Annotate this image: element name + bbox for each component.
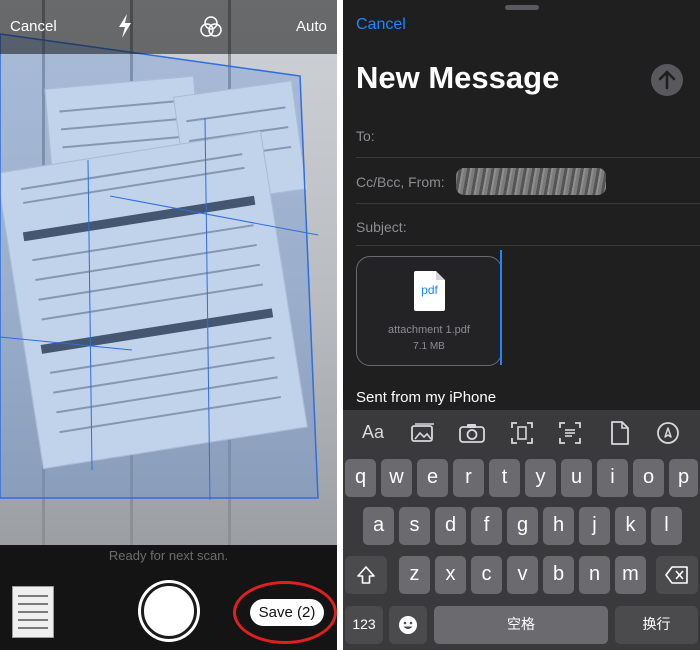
key-u[interactable]: u (561, 459, 592, 497)
return-key[interactable]: 换行 (615, 606, 698, 644)
key-o[interactable]: o (633, 459, 664, 497)
key-y[interactable]: y (525, 459, 556, 497)
screenshot-root: Cancel Auto Ready for next scan. Save (2… (0, 0, 700, 650)
key-s[interactable]: s (399, 507, 430, 545)
divider (356, 203, 700, 204)
photo-library-icon[interactable] (411, 423, 435, 448)
send-button[interactable] (651, 64, 683, 96)
scan-status-text: Ready for next scan. (108, 548, 229, 563)
sheet-grabber[interactable] (505, 5, 539, 10)
scan-detection-overlay (0, 33, 319, 501)
arrow-up-icon (658, 70, 676, 90)
delete-key[interactable] (656, 556, 698, 594)
attachment-type: pdf (421, 283, 438, 297)
attachment-name: attachment 1.pdf (388, 324, 470, 336)
key-h[interactable]: h (543, 507, 574, 545)
keyboard: Aa q w e r t y u i o p a s d f g h j k l… (343, 410, 700, 650)
key-j[interactable]: j (579, 507, 610, 545)
key-m[interactable]: m (615, 556, 646, 594)
filters-icon[interactable] (200, 16, 222, 43)
pdf-attachment[interactable]: pdf attachment 1.pdf 7.1 MB (356, 256, 502, 366)
compose-cancel-button[interactable]: Cancel (356, 16, 406, 34)
key-d[interactable]: d (435, 507, 466, 545)
attachment-size: 7.1 MB (413, 341, 445, 352)
camera-icon[interactable] (459, 423, 485, 448)
key-l[interactable]: l (651, 507, 682, 545)
emoji-icon (399, 616, 417, 634)
divider (356, 245, 700, 246)
text-cursor (500, 250, 502, 365)
scan-text-icon[interactable] (559, 422, 581, 449)
key-k[interactable]: k (615, 507, 646, 545)
key-p[interactable]: p (669, 459, 698, 497)
scanner-top-bar: Cancel Auto (0, 0, 337, 54)
to-field[interactable]: To: (356, 128, 700, 144)
highlight-annotation (233, 581, 337, 644)
flash-icon[interactable] (117, 14, 133, 43)
subject-field[interactable]: Subject: (356, 219, 700, 235)
backspace-icon (665, 566, 688, 584)
key-n[interactable]: n (579, 556, 610, 594)
key-i[interactable]: i (597, 459, 628, 497)
key-a[interactable]: a (363, 507, 394, 545)
camera-viewfinder (0, 0, 337, 545)
attach-file-icon[interactable] (611, 421, 629, 450)
capture-mode-button[interactable]: Auto (296, 18, 327, 35)
key-x[interactable]: x (435, 556, 466, 594)
key-b[interactable]: b (543, 556, 574, 594)
scan-thumbnail[interactable] (12, 586, 54, 638)
shift-key[interactable] (345, 556, 387, 594)
numbers-key[interactable]: 123 (345, 606, 383, 644)
mail-compose-screen: Cancel New Message To: Cc/Bcc, From: Sub… (343, 0, 700, 650)
key-v[interactable]: v (507, 556, 538, 594)
page-title: New Message (356, 60, 560, 95)
key-f[interactable]: f (471, 507, 502, 545)
scan-document-icon[interactable] (511, 422, 533, 449)
divider (356, 157, 700, 158)
shutter-button[interactable] (141, 583, 197, 639)
key-w[interactable]: w (381, 459, 412, 497)
markup-icon[interactable] (657, 422, 679, 449)
pdf-file-icon: pdf (414, 271, 445, 311)
key-q[interactable]: q (345, 459, 376, 497)
signature-text[interactable]: Sent from my iPhone (356, 389, 496, 406)
scanner-cancel-button[interactable]: Cancel (10, 18, 57, 35)
key-r[interactable]: r (453, 459, 484, 497)
key-g[interactable]: g (507, 507, 538, 545)
scanner-screen: Cancel Auto Ready for next scan. Save (2… (0, 0, 337, 650)
key-z[interactable]: z (399, 556, 430, 594)
keyboard-toolbar: Aa (343, 410, 700, 455)
key-c[interactable]: c (471, 556, 502, 594)
format-button[interactable]: Aa (362, 422, 384, 443)
key-e[interactable]: e (417, 459, 448, 497)
key-t[interactable]: t (489, 459, 520, 497)
emoji-key[interactable] (389, 606, 427, 644)
space-key[interactable]: 空格 (434, 606, 608, 644)
shift-icon (357, 566, 375, 584)
redacted-email (456, 168, 606, 195)
